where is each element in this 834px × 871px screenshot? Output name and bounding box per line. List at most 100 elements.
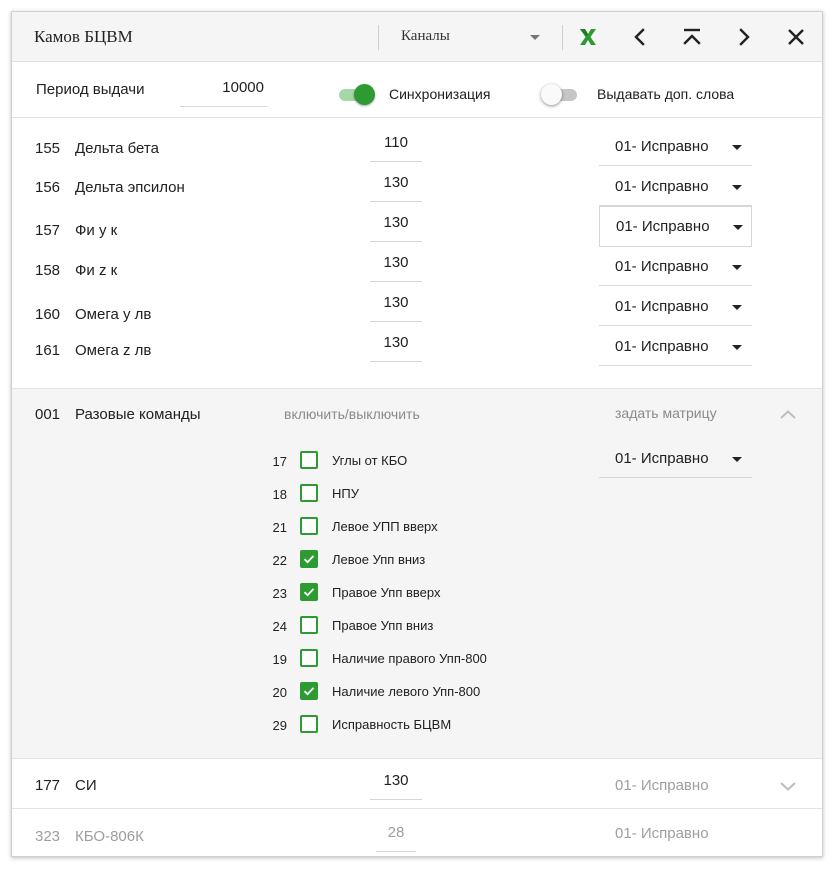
chevron-right-icon	[739, 28, 750, 46]
toggle-knob	[541, 84, 562, 105]
command-checkbox[interactable]	[300, 550, 318, 568]
command-checkbox[interactable]	[300, 682, 318, 700]
command-checkbox[interactable]	[300, 517, 318, 535]
excel-icon	[580, 29, 596, 45]
check-icon	[303, 687, 315, 696]
chevron-down-icon	[732, 305, 742, 310]
command-number: 17	[272, 454, 287, 469]
chevron-left-icon	[634, 28, 645, 46]
sync-toggle[interactable]	[339, 83, 375, 105]
section-name: Разовые команды	[75, 406, 201, 423]
command-item: 23 Правое Упп вверх	[262, 582, 562, 608]
chevron-down-icon	[530, 35, 540, 40]
row-name: Фи у к	[75, 222, 118, 239]
chevron-down-icon	[732, 345, 742, 350]
single-commands-section: 001 Разовые команды включить/выключить з…	[12, 388, 822, 759]
excel-export-button[interactable]	[572, 22, 604, 52]
row-value-input[interactable]: 130	[370, 762, 422, 800]
next-button[interactable]	[728, 22, 760, 52]
toggle-knob	[354, 84, 375, 105]
command-checkbox[interactable]	[300, 616, 318, 634]
command-item: 24 Правое Упп вниз	[262, 615, 562, 641]
command-number: 18	[272, 487, 287, 502]
chevron-down-icon	[732, 265, 742, 270]
table-row: 157 Фи у к 130 01- Исправно	[12, 206, 822, 248]
table-row-disabled: 323 КБО-806К 28 01- Исправно	[12, 808, 822, 856]
row-name: Фи z к	[75, 262, 118, 279]
chevron-down-icon	[733, 225, 743, 230]
first-button[interactable]	[676, 22, 708, 52]
status-text: 01- Исправно	[615, 777, 709, 794]
row-value-input[interactable]: 130	[370, 168, 422, 202]
status-select[interactable]: 01- Исправно	[599, 128, 752, 166]
channel-select[interactable]: Каналы	[400, 22, 552, 52]
extra-words-label: Выдавать доп. слова	[597, 86, 735, 102]
extra-words-toggle[interactable]	[541, 83, 579, 105]
row-number: 158	[35, 262, 61, 279]
expand-button[interactable]	[776, 774, 800, 798]
table-row: 155 Дельта бета 110 01- Исправно	[12, 128, 822, 168]
command-number: 24	[272, 619, 287, 634]
check-icon	[303, 555, 315, 564]
status-text: 01- Исправно	[615, 138, 709, 155]
chevron-down-icon	[732, 185, 742, 190]
command-label: Правое Упп вниз	[332, 618, 434, 633]
status-text: 01- Исправно	[615, 450, 709, 467]
status-select[interactable]: 01- Исправно	[599, 440, 752, 478]
collapse-button[interactable]	[776, 403, 800, 427]
table-row: 156 Дельта эпсилон 130 01- Исправно	[12, 168, 822, 208]
period-input[interactable]: 10000	[180, 75, 267, 107]
command-label: Наличие левого Упп-800	[332, 684, 481, 699]
command-item: 21 Левое УПП вверх	[262, 516, 562, 542]
status-text: 01- Исправно	[616, 218, 710, 235]
table-row: 160 Омега у лв 130 01- Исправно	[12, 288, 822, 328]
status-select[interactable]: 01- Исправно	[599, 168, 752, 206]
close-button[interactable]	[780, 22, 812, 52]
command-number: 23	[272, 586, 287, 601]
command-label: Исправность БЦВМ	[332, 717, 452, 732]
table-row: 158 Фи z к 130 01- Исправно	[12, 248, 822, 288]
toggle-all-link[interactable]: включить/выключить	[284, 406, 420, 422]
status-text: 01- Исправно	[615, 258, 709, 275]
command-checkbox[interactable]	[300, 583, 318, 601]
chevron-up-icon	[780, 410, 796, 419]
command-checkbox[interactable]	[300, 715, 318, 733]
row-value-input[interactable]: 130	[370, 248, 422, 282]
command-label: Правое Упп вверх	[332, 585, 441, 600]
row-value-input[interactable]: 130	[370, 328, 422, 362]
command-checkbox[interactable]	[300, 451, 318, 469]
command-number: 29	[272, 718, 287, 733]
command-checkbox[interactable]	[300, 484, 318, 502]
command-number: 21	[272, 520, 287, 535]
chevron-down-icon	[780, 782, 796, 791]
command-item: 22 Левое Упп вниз	[262, 549, 562, 575]
status-select[interactable]: 01- Исправно	[599, 288, 752, 326]
status-select[interactable]: 01- Исправно	[599, 206, 752, 247]
row-value-input[interactable]: 130	[370, 288, 422, 322]
row-name: Дельта бета	[75, 140, 159, 157]
row-value-input[interactable]: 130	[370, 208, 422, 242]
check-icon	[303, 588, 315, 597]
close-icon	[788, 29, 804, 45]
header-bar: Камов БЦВМ Каналы	[12, 12, 822, 62]
command-checkbox[interactable]	[300, 649, 318, 667]
window: Камов БЦВМ Каналы Период выдачи 10000 Си…	[11, 11, 823, 857]
row-number: 161	[35, 342, 61, 359]
status-text: 01- Исправно	[615, 825, 709, 842]
row-value-input: 28	[376, 815, 416, 852]
status-select[interactable]: 01- Исправно	[599, 248, 752, 286]
command-number: 22	[272, 553, 287, 568]
command-item: 17 Углы от КБО	[262, 450, 562, 476]
row-value-input[interactable]: 110	[370, 128, 422, 162]
status-select[interactable]: 01- Исправно	[599, 328, 752, 366]
row-number: 155	[35, 140, 61, 157]
command-number: 19	[272, 652, 287, 667]
previous-button[interactable]	[624, 22, 656, 52]
divider	[562, 25, 563, 50]
sync-label: Синхронизация	[389, 86, 491, 102]
table-row: 161 Омега z лв 130 01- Исправно	[12, 328, 822, 368]
command-number: 20	[272, 685, 287, 700]
set-matrix-link[interactable]: задать матрицу	[615, 405, 717, 421]
table-row: 177 СИ 130 01- Исправно	[12, 762, 822, 808]
row-name: Дельта эпсилон	[75, 179, 185, 196]
